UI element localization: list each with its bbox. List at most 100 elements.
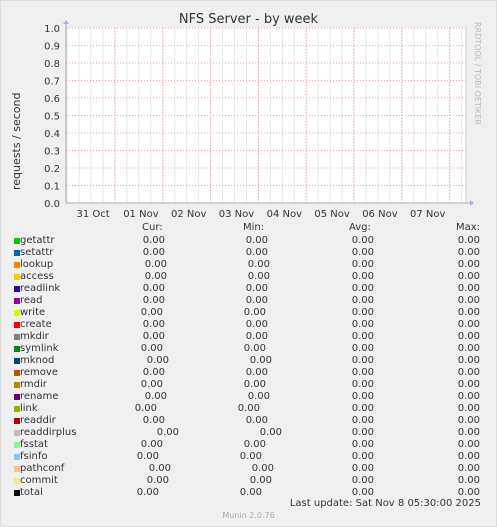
legend-value-avg: 0.00 — [351, 439, 374, 450]
legend-value-max: 0.00 — [457, 379, 480, 390]
legend-value-min: 0.00 — [247, 259, 270, 270]
legend-value-cur: 0.00 — [134, 403, 157, 414]
legend-value-cur: 0.00 — [142, 415, 165, 426]
legend-series-name: mkdir — [20, 331, 49, 342]
legend-value-min: 0.00 — [243, 439, 266, 450]
legend-value-min: 0.00 — [237, 403, 260, 414]
legend-value-min: 0.00 — [245, 295, 268, 306]
legend-value-min: 0.00 — [245, 247, 268, 258]
legend-value-min: 0.00 — [243, 343, 266, 354]
header-max: Max: — [456, 222, 481, 233]
legend-value-avg: 0.00 — [351, 427, 374, 438]
legend-value-cur: 0.00 — [142, 247, 165, 258]
legend-value-cur: 0.00 — [140, 307, 163, 318]
legend-value-max: 0.00 — [457, 439, 480, 450]
legend-value-max: 0.00 — [457, 487, 480, 498]
legend-row-pathconf: pathconf 0.00 0.00 0.00 0.00 — [0, 463, 497, 476]
legend-value-max: 0.00 — [457, 331, 480, 342]
y-tick-label: 0.9 — [44, 42, 60, 53]
legend-series-name: rename — [20, 391, 59, 402]
legend-value-min: 0.00 — [245, 283, 268, 294]
x-tick-label: 01 Nov — [123, 209, 159, 220]
legend-series-name: create — [20, 319, 52, 330]
legend-value-avg: 0.00 — [351, 283, 374, 294]
legend-value-max: 0.00 — [457, 271, 480, 282]
legend-value-min: 0.00 — [249, 475, 272, 486]
plot-area: 0.0 0.1 0.2 0.3 0.4 0.5 0.6 0.7 0.8 0.9 1.0 31 Oct 0… — [44, 20, 474, 220]
legend-value-avg: 0.00 — [351, 247, 374, 258]
legend-value-avg: 0.00 — [351, 319, 374, 330]
x-tick-label: 06 Nov — [362, 209, 398, 220]
legend-series-name: total — [20, 487, 43, 498]
legend-value-cur: 0.00 — [142, 283, 165, 294]
legend-value-min: 0.00 — [239, 487, 262, 498]
x-tick-label: 03 Nov — [219, 209, 255, 220]
legend-value-max: 0.00 — [457, 427, 480, 438]
legend-value-cur: 0.00 — [140, 439, 163, 450]
legend-series-name: readdirplus — [20, 427, 77, 438]
legend-value-avg: 0.00 — [351, 487, 374, 498]
legend-series-name: readlink — [20, 283, 61, 294]
legend-value-min: 0.00 — [243, 307, 266, 318]
y-tick-label: 0.0 — [44, 199, 60, 210]
legend-value-min: 0.00 — [239, 451, 262, 462]
y-tick-label: 0.8 — [44, 59, 60, 70]
legend-value-cur: 0.00 — [144, 259, 167, 270]
y-tick-label: 0.3 — [44, 147, 60, 158]
legend-value-avg: 0.00 — [351, 307, 374, 318]
legend-value-cur: 0.00 — [136, 487, 159, 498]
legend-value-avg: 0.00 — [351, 271, 374, 282]
legend-value-max: 0.00 — [457, 235, 480, 246]
legend-series-name: write — [20, 307, 46, 318]
legend-series-name: readdir — [20, 415, 56, 426]
legend-value-avg: 0.00 — [351, 451, 374, 462]
legend-value-avg: 0.00 — [351, 463, 374, 474]
legend-value-cur: 0.00 — [140, 379, 163, 390]
legend-value-min: 0.00 — [243, 379, 266, 390]
legend-value-min: 0.00 — [259, 427, 282, 438]
legend-value-min: 0.00 — [247, 271, 270, 282]
legend-series-name: mknod — [20, 355, 55, 366]
legend-series-name: lookup — [20, 259, 54, 270]
legend-series-name: rmdir — [20, 379, 47, 390]
legend-value-cur: 0.00 — [142, 235, 165, 246]
x-tick-label: 04 Nov — [267, 209, 303, 220]
legend-value-max: 0.00 — [457, 403, 480, 414]
legend-value-max: 0.00 — [457, 319, 480, 330]
legend-value-avg: 0.00 — [351, 355, 374, 366]
legend-value-cur: 0.00 — [142, 295, 165, 306]
legend-value-avg: 0.00 — [351, 403, 374, 414]
legend-value-max: 0.00 — [457, 355, 480, 366]
y-tick-label: 0.5 — [44, 112, 60, 123]
legend-series-name: commit — [20, 475, 58, 486]
legend-value-avg: 0.00 — [351, 235, 374, 246]
legend-row-symlink: symlink 0.00 0.00 0.00 0.00 — [0, 343, 497, 356]
legend-value-avg: 0.00 — [351, 331, 374, 342]
legend-row-fsinfo: fsinfo 0.00 0.00 0.00 0.00 — [0, 451, 497, 464]
x-tick-label: 31 Oct — [76, 209, 109, 220]
legend-value-avg: 0.00 — [351, 259, 374, 270]
legend-value-avg: 0.00 — [351, 343, 374, 354]
legend-value-cur: 0.00 — [142, 319, 165, 330]
legend-series-name: access — [20, 271, 54, 282]
legend-value-max: 0.00 — [457, 283, 480, 294]
x-tick-label: 05 Nov — [314, 209, 350, 220]
legend-value-cur: 0.00 — [146, 355, 169, 366]
legend-value-avg: 0.00 — [351, 391, 374, 402]
legend-series-name: setattr — [20, 247, 54, 258]
legend-value-cur: 0.00 — [144, 391, 167, 402]
legend-value-cur: 0.00 — [136, 451, 159, 462]
munin-version: Munin 2.0.76 — [222, 511, 275, 520]
legend-value-avg: 0.00 — [351, 295, 374, 306]
y-tick-label: 0.7 — [44, 77, 60, 88]
legend-value-avg: 0.00 — [351, 379, 374, 390]
legend-value-max: 0.00 — [457, 367, 480, 378]
header-min: Min: — [243, 222, 265, 233]
legend-series-name: link — [20, 403, 38, 414]
legend-value-avg: 0.00 — [351, 367, 374, 378]
legend-value-min: 0.00 — [245, 367, 268, 378]
legend-value-max: 0.00 — [457, 247, 480, 258]
legend-series-name: pathconf — [20, 463, 65, 474]
legend-value-cur: 0.00 — [144, 271, 167, 282]
legend-value-max: 0.00 — [457, 295, 480, 306]
